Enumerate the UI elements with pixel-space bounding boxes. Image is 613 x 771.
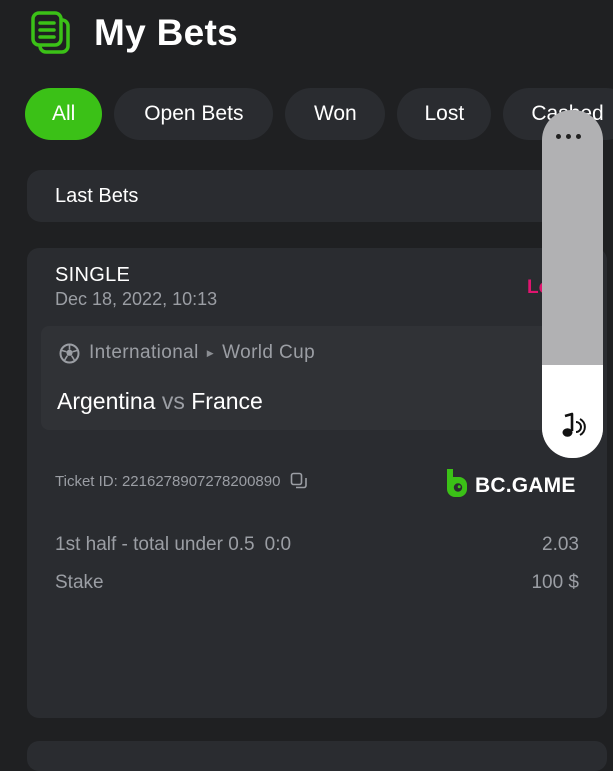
bet-card[interactable]: SINGLE Dec 18, 2022, 10:13 Lost Internat… — [27, 248, 607, 718]
away-team: France — [191, 388, 263, 414]
brand-name: BC.GAME — [475, 473, 576, 497]
soccer-ball-icon — [59, 343, 80, 364]
odds-value: 2.03 — [542, 534, 579, 555]
stake-label: Stake — [55, 572, 104, 593]
market-cell: 1st half - total under 0.5 0:0 — [55, 534, 291, 556]
league-tournament: World Cup — [222, 342, 316, 363]
bet-type: SINGLE — [55, 264, 131, 286]
copy-icon[interactable] — [290, 472, 308, 490]
brand-logo: BC.GAME — [445, 467, 576, 504]
vs-label: vs — [161, 388, 185, 414]
stake-row: Stake 100 $ — [55, 572, 579, 594]
selection-row: 1st half - total under 0.5 0:0 2.03 — [55, 534, 579, 556]
page-header: My Bets — [30, 10, 238, 56]
last-bets-header: Last Bets — [27, 170, 587, 222]
home-team: Argentina — [57, 388, 156, 414]
bet-date: Dec 18, 2022, 10:13 — [55, 289, 218, 309]
filter-lost[interactable]: Lost — [397, 88, 492, 140]
page-title: My Bets — [94, 12, 238, 53]
more-options-icon[interactable] — [556, 134, 581, 139]
selection-score: 0:0 — [264, 534, 292, 555]
music-note-icon[interactable] — [556, 412, 590, 447]
breadcrumb-chevron-icon: ▶ — [206, 347, 215, 358]
filter-open-bets[interactable]: Open Bets — [114, 88, 274, 140]
filter-all[interactable]: All — [25, 88, 103, 140]
ticket-id-text: Ticket ID: 2216278907278200890 — [55, 472, 281, 490]
league-category: International — [89, 342, 199, 363]
market-name: 1st half - total under 0.5 — [55, 534, 255, 555]
match-teams: Argentina vs France — [57, 388, 263, 415]
bet-slip-icon — [30, 10, 72, 56]
next-bet-card[interactable] — [27, 741, 607, 771]
ticket-id: Ticket ID: 2216278907278200890 — [55, 472, 308, 490]
match-box[interactable]: International ▶ World Cup Argentina vs F… — [41, 326, 601, 430]
filter-won[interactable]: Won — [285, 88, 386, 140]
filter-tabs: All Open Bets Won Lost Cashed — [25, 88, 613, 140]
volume-overlay[interactable] — [542, 110, 603, 458]
section-label: Last Bets — [55, 184, 139, 207]
stake-value: 100 $ — [531, 572, 579, 593]
league-breadcrumb: International ▶ World Cup — [59, 342, 315, 364]
bc-game-logo-icon — [445, 467, 469, 504]
